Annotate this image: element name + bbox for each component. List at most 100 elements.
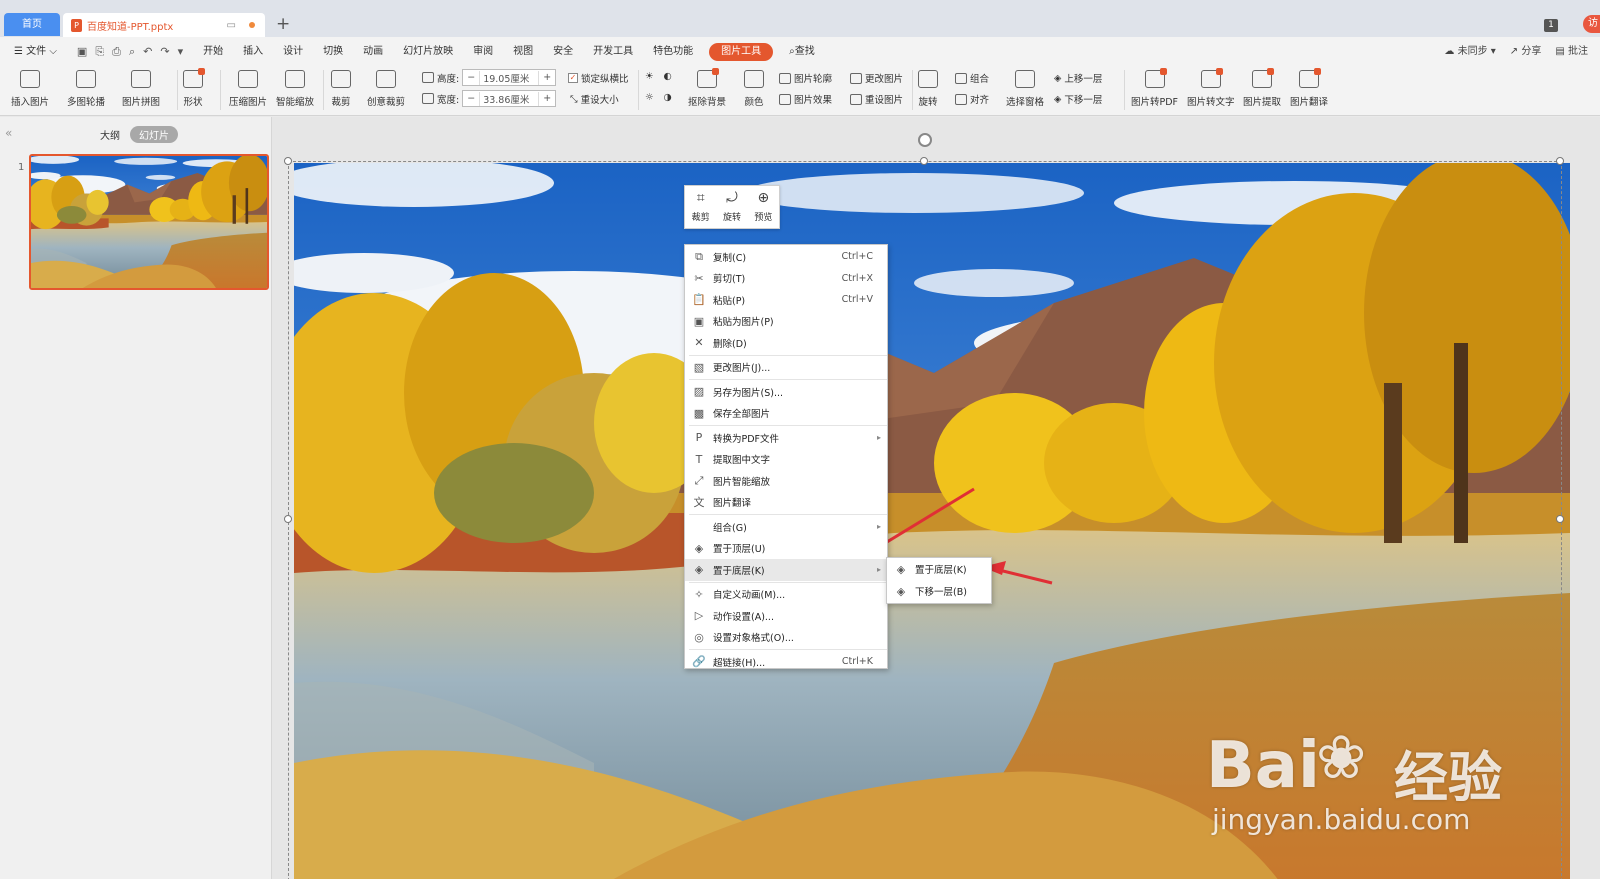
share-button[interactable]: ↗ 分享 <box>1510 37 1542 66</box>
context-menu-item[interactable]: ▷ 动作设置(A)... <box>685 605 887 627</box>
mini-rotate-button[interactable]: ⤾ 旋转 <box>723 191 741 224</box>
contrast-down-icon[interactable]: ◑ <box>664 92 672 103</box>
export-icon[interactable]: ⎘ <box>95 45 104 59</box>
ribbon-tab-4[interactable]: 动画 <box>353 37 393 66</box>
new-tab-button[interactable]: + <box>276 13 290 35</box>
ribbon-tab-9[interactable]: 开发工具 <box>583 37 643 66</box>
context-menu-item[interactable]: ✂ 剪切(T) Ctrl+X <box>685 268 887 290</box>
context-menu-item[interactable]: ◎ 设置对象格式(O)... <box>685 627 887 649</box>
tab-document[interactable]: P 百度知道-PPT.pptx ▭ <box>63 13 265 37</box>
picture-translate-button[interactable]: 图片翻译 <box>1290 68 1328 108</box>
rotate-handle-icon[interactable] <box>918 133 932 147</box>
ribbon-tab-7[interactable]: 视图 <box>503 37 543 66</box>
ribbon-tab-5[interactable]: 幻灯片放映 <box>393 37 463 66</box>
ribbon-tab-0[interactable]: 开始 <box>193 37 233 66</box>
reset-picture-button[interactable]: 重设图片 <box>850 92 903 106</box>
send-backward-button[interactable]: ◈ 下移一层 <box>1054 92 1102 107</box>
tab-home[interactable]: 首页 <box>4 13 60 36</box>
resize-handle[interactable] <box>284 515 292 523</box>
picture-collage-button[interactable]: 图片拼图 <box>122 68 160 108</box>
change-picture-button[interactable]: 更改图片 <box>850 71 903 85</box>
lock-aspect-checkbox[interactable]: ✓ 锁定纵横比 <box>568 71 629 85</box>
context-menu-item[interactable]: 文图片翻译 <box>685 492 887 514</box>
width-decrement-button[interactable]: − <box>463 93 479 104</box>
picture-to-pdf-button[interactable]: 图片转PDF <box>1131 68 1178 108</box>
height-increment-button[interactable]: + <box>539 72 555 83</box>
customize-icon[interactable]: ▾ <box>178 45 184 59</box>
context-menu-item[interactable]: ✕ 删除(D) <box>685 332 887 354</box>
print-preview-icon[interactable]: ⌕ <box>129 45 135 59</box>
resize-handle[interactable] <box>284 157 292 165</box>
height-input[interactable]: 19.05厘米 <box>479 70 540 85</box>
context-menu-item[interactable]: ✧ 自定义动画(M)... <box>685 584 887 606</box>
width-stepper[interactable]: −33.86厘米 + <box>462 90 557 107</box>
resize-handle[interactable] <box>1556 515 1564 523</box>
shape-button[interactable]: 形状 <box>183 68 205 108</box>
context-menu-item[interactable]: 组合(G) ▸ <box>685 516 887 538</box>
context-menu-item[interactable]: 🔗 超链接(H)... Ctrl+K <box>685 651 887 673</box>
context-menu-item[interactable]: ▨ 另存为图片(S)... <box>685 381 887 403</box>
mini-preview-button[interactable]: ⊕ 预览 <box>754 191 772 224</box>
bring-forward-button[interactable]: ◈ 上移一层 <box>1054 71 1102 86</box>
ribbon-tab-6[interactable]: 审阅 <box>463 37 503 66</box>
tab-slides[interactable]: 幻灯片 <box>130 126 178 143</box>
tab-outline[interactable]: 大纲 <box>100 127 120 142</box>
resize-handle[interactable] <box>920 157 928 165</box>
context-menu-item[interactable]: ⤢ 图片智能缩放 <box>685 470 887 492</box>
context-menu-item[interactable]: 📋 粘贴(P) Ctrl+V <box>685 289 887 311</box>
monitor-icon[interactable]: ▭ <box>227 20 236 31</box>
submenu-item[interactable]: ◈ 下移一层(B) <box>887 580 991 602</box>
remove-background-button[interactable]: 抠除背景 <box>688 68 726 108</box>
print-icon[interactable]: ⎙ <box>112 45 121 59</box>
width-input[interactable]: 33.86厘米 <box>479 91 540 106</box>
resize-handle[interactable] <box>1556 157 1564 165</box>
collapse-panel-icon[interactable]: « <box>5 126 12 140</box>
context-menu-item[interactable]: ⧉ 复制(C) Ctrl+C <box>685 246 887 268</box>
search-button[interactable]: ⌕查找 <box>779 37 825 66</box>
contrast-up-icon[interactable]: ◐ <box>664 71 672 82</box>
context-menu-item[interactable]: ▧ 更改图片(J)... <box>685 357 887 379</box>
window-count-badge[interactable]: 1 <box>1544 19 1558 32</box>
compress-picture-button[interactable]: 压缩图片 <box>229 68 267 108</box>
comment-button[interactable]: ▤ 批注 <box>1555 37 1588 66</box>
ribbon-tab-3[interactable]: 切换 <box>313 37 353 66</box>
save-icon[interactable]: ▣ <box>77 45 87 59</box>
align-button[interactable]: 对齐 <box>955 92 989 106</box>
slide-thumbnail[interactable] <box>29 154 269 290</box>
file-menu[interactable]: ☰ 文件 ⌵ <box>0 37 67 66</box>
group-button[interactable]: 组合 <box>955 71 989 85</box>
ribbon-tab-1[interactable]: 插入 <box>233 37 273 66</box>
visitor-button[interactable]: 访 <box>1583 15 1600 33</box>
mini-crop-button[interactable]: ⌗ 裁剪 <box>692 191 710 224</box>
crop-button[interactable]: 裁剪 <box>331 68 351 108</box>
picture-outline-button[interactable]: 图片轮廓 <box>779 71 832 85</box>
context-menu-item[interactable]: ▩ 保存全部图片 <box>685 403 887 425</box>
height-decrement-button[interactable]: − <box>463 72 479 83</box>
ribbon-tab-10[interactable]: 特色功能 <box>643 37 703 66</box>
picture-to-text-button[interactable]: 图片转文字 <box>1187 68 1235 108</box>
ribbon-tab-2[interactable]: 设计 <box>273 37 313 66</box>
brightness-down-icon[interactable]: ☼ <box>645 92 654 103</box>
picture-extract-button[interactable]: 图片提取 <box>1243 68 1281 108</box>
creative-crop-button[interactable]: 创意裁剪 <box>367 68 405 108</box>
ribbon-tab-8[interactable]: 安全 <box>543 37 583 66</box>
sync-status[interactable]: ☁ 未同步 ▾ <box>1444 37 1495 66</box>
brightness-up-icon[interactable]: ☀ <box>645 71 654 82</box>
context-menu-item[interactable]: ▣ 粘贴为图片(P) <box>685 311 887 333</box>
rotate-button[interactable]: 旋转 <box>918 68 938 108</box>
color-button[interactable]: 颜色 <box>744 68 764 108</box>
width-increment-button[interactable]: + <box>539 93 555 104</box>
multi-image-carousel-button[interactable]: 多图轮播 <box>67 68 105 108</box>
redo-icon[interactable]: ↷ <box>160 45 169 59</box>
context-menu-item[interactable]: T 提取图中文字 <box>685 449 887 471</box>
insert-picture-button[interactable]: 插入图片 <box>11 68 49 108</box>
selection-pane-button[interactable]: 选择窗格 <box>1006 68 1044 108</box>
reset-size-button[interactable]: ⤡ 重设大小 <box>570 92 619 107</box>
smart-scale-button[interactable]: 智能缩放 <box>276 68 314 108</box>
height-stepper[interactable]: −19.05厘米 + <box>462 69 557 86</box>
context-menu-item[interactable]: P 转换为PDF文件 ▸ <box>685 427 887 449</box>
undo-icon[interactable]: ↶ <box>143 45 152 59</box>
context-menu-item[interactable]: ◈ 置于底层(K) ▸ <box>685 559 887 581</box>
picture-effect-button[interactable]: 图片效果 <box>779 92 832 106</box>
context-menu-item[interactable]: ◈ 置于顶层(U) <box>685 538 887 560</box>
